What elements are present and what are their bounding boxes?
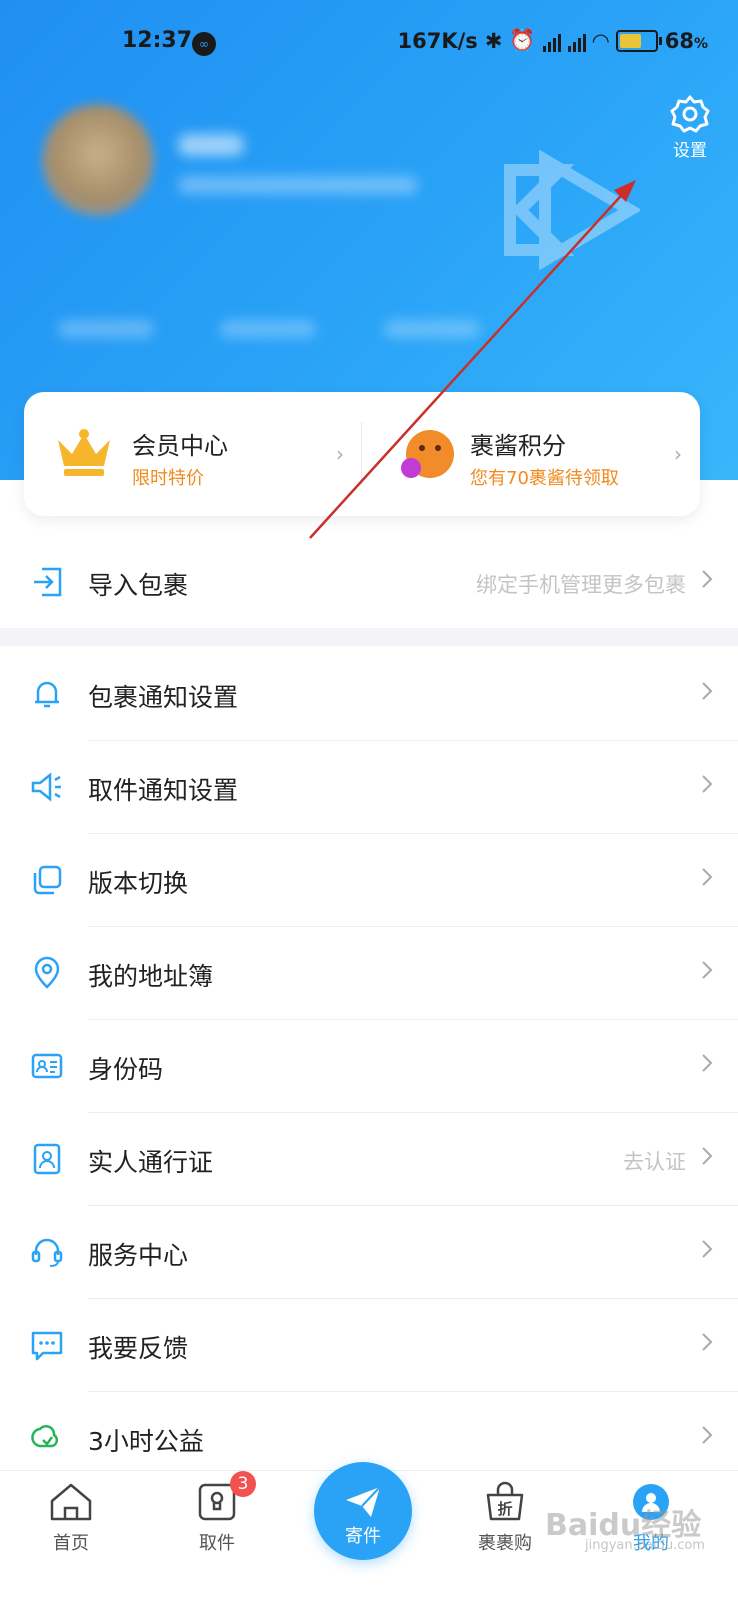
brand-logo-icon — [504, 150, 640, 270]
charity-icon — [31, 1425, 59, 1448]
card-title: 会员中心 — [132, 432, 228, 460]
menu-item-label: 包裹通知设置 — [88, 683, 239, 712]
import-icon — [34, 567, 62, 597]
chevron-right-icon — [702, 1147, 713, 1165]
menu-item-label: 服务中心 — [88, 1241, 189, 1270]
benefits-card: 会员中心 限时特价 › 裹酱积分 您有70裹酱待领取 › — [24, 392, 700, 516]
stat-blurred — [384, 320, 480, 338]
section-divider — [0, 628, 738, 646]
chevron-right-icon — [702, 775, 713, 793]
network-speed: 167K/s — [397, 28, 478, 53]
signal-icon — [567, 30, 586, 52]
card-subtitle: 限时特价 — [132, 468, 204, 489]
status-bar: 12:37 ∞ 167K/s ✱ ⏰ ◠ 68% — [0, 0, 738, 84]
membership-center-card[interactable]: 会员中心 限时特价 › — [24, 392, 362, 516]
menu-item-hint: 去认证 — [623, 1150, 686, 1174]
tab-label: 寄件 — [345, 1526, 381, 1547]
menu-item-label: 实人通行证 — [88, 1148, 214, 1177]
stat-blurred — [220, 320, 316, 338]
tab-label: 取件 — [199, 1533, 235, 1554]
menu-item-label: 身份码 — [88, 1055, 164, 1084]
tab-shop[interactable]: 折 裹裹购 — [450, 1471, 560, 1601]
menu-item-label: 3小时公益 — [88, 1427, 204, 1456]
svg-text:折: 折 — [497, 1500, 512, 1518]
chevron-right-icon — [702, 682, 713, 700]
menu-item-hint: 绑定手机管理更多包裹 — [476, 573, 686, 597]
stat-blurred — [58, 320, 154, 338]
chevron-right-icon — [702, 1426, 713, 1444]
shopping-bag-icon: 折 — [486, 1481, 524, 1521]
paper-plane-icon — [346, 1486, 381, 1517]
chevron-right-icon — [702, 961, 713, 979]
chevron-right-icon: › — [674, 442, 682, 466]
username-blurred — [178, 134, 244, 156]
menu-item-version-switch[interactable]: 版本切换 — [0, 834, 738, 927]
battery-level: 68% — [664, 28, 708, 53]
menu-item-label: 导入包裹 — [88, 571, 189, 600]
tab-label: 裹裹购 — [478, 1533, 532, 1554]
card-subtitle: 您有70裹酱待领取 — [470, 468, 619, 489]
chevron-right-icon — [702, 868, 713, 886]
chevron-right-icon — [702, 570, 713, 588]
status-indicators: 167K/s ✱ ⏰ ◠ 68% — [398, 28, 708, 53]
chevron-right-icon — [702, 1054, 713, 1072]
settings-label: 设置 — [673, 141, 707, 161]
home-icon — [50, 1483, 92, 1521]
send-package-button[interactable]: 寄件 — [314, 1462, 412, 1560]
settings-button[interactable]: 设置 — [662, 94, 718, 164]
tab-home[interactable]: 首页 — [16, 1471, 126, 1601]
mascot-icon — [401, 430, 454, 478]
menu-item-label: 取件通知设置 — [88, 776, 239, 805]
speaker-icon — [31, 772, 61, 802]
alarm-icon: ⏰ — [509, 28, 536, 52]
switch-icon — [33, 865, 62, 895]
points-card[interactable]: 裹酱积分 您有70裹酱待领取 › — [362, 392, 700, 516]
chevron-right-icon: › — [336, 442, 344, 466]
status-time: 12:37 — [122, 28, 193, 53]
menu-item-pickup-notify[interactable]: 取件通知设置 — [0, 741, 738, 834]
notification-icon: ∞ — [192, 32, 216, 56]
menu-item-import-package[interactable]: 导入包裹 绑定手机管理更多包裹 — [0, 536, 738, 629]
person-badge-icon — [33, 1143, 61, 1175]
avatar[interactable] — [42, 104, 154, 216]
chat-icon — [31, 1331, 63, 1361]
menu-item-real-name-pass[interactable]: 实人通行证 去认证 — [0, 1113, 738, 1206]
location-icon — [34, 956, 60, 989]
wifi-icon: ◠ — [592, 28, 609, 53]
menu-item-address-book[interactable]: 我的地址簿 — [0, 927, 738, 1020]
menu-item-service-center[interactable]: 服务中心 — [0, 1206, 738, 1299]
tab-label: 首页 — [53, 1533, 89, 1554]
watermark-url: jingyan.baidu.com — [585, 1538, 705, 1553]
menu-item-identity-code[interactable]: 身份码 — [0, 1020, 738, 1113]
menu-item-feedback[interactable]: 我要反馈 — [0, 1299, 738, 1392]
signal-icon — [542, 30, 561, 52]
user-info-blurred — [178, 176, 418, 194]
headset-icon — [31, 1238, 63, 1267]
bell-icon — [35, 681, 59, 708]
battery-icon — [615, 29, 662, 52]
notification-badge: 3 — [230, 1471, 256, 1497]
id-card-icon — [31, 1053, 63, 1079]
chevron-right-icon — [702, 1333, 713, 1351]
gear-icon — [670, 95, 710, 133]
menu-item-label: 我的地址簿 — [88, 962, 214, 991]
tab-pickup[interactable]: 3 取件 — [162, 1471, 272, 1601]
menu-item-label: 版本切换 — [88, 869, 189, 898]
menu-item-label: 我要反馈 — [88, 1334, 189, 1363]
menu-item-package-notify[interactable]: 包裹通知设置 — [0, 648, 738, 741]
bluetooth-icon: ✱ — [484, 28, 503, 53]
crown-icon — [58, 429, 110, 476]
chevron-right-icon — [702, 1240, 713, 1258]
card-title: 裹酱积分 — [470, 432, 566, 460]
